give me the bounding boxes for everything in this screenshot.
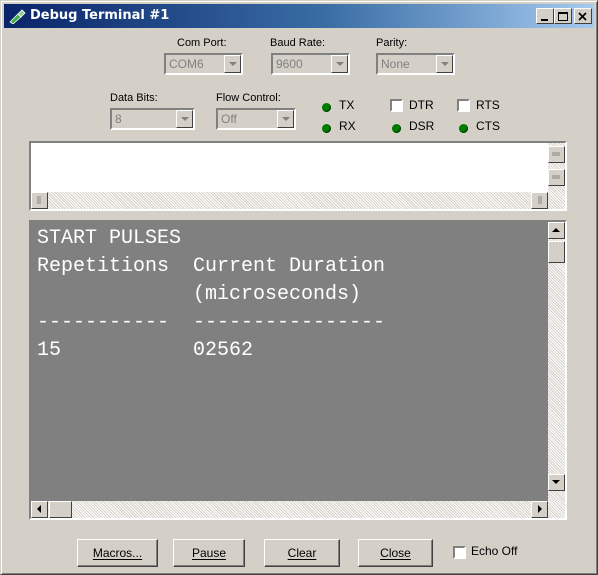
tx-label: TX	[339, 98, 355, 112]
data-bits-select[interactable]: 8	[110, 108, 195, 130]
minimize-button[interactable]	[536, 8, 554, 24]
scroll-thumb[interactable]	[49, 501, 72, 518]
transmit-horizontal-scrollbar[interactable]	[31, 192, 565, 209]
echo-off-checkbox[interactable]	[453, 546, 466, 559]
transmit-pane[interactable]	[29, 141, 567, 211]
clear-button-label: Clear	[287, 546, 317, 560]
dtr-label: DTR	[409, 98, 434, 112]
scroll-down-icon[interactable]	[548, 169, 565, 186]
minimize-icon	[541, 19, 548, 21]
maximize-button[interactable]	[554, 8, 572, 24]
parity-value: None	[381, 57, 410, 71]
close-button-label: Close	[380, 546, 411, 560]
scroll-up-icon[interactable]	[548, 222, 565, 239]
transmit-vertical-scrollbar[interactable]	[548, 143, 565, 192]
close-window-button[interactable]	[574, 8, 592, 24]
receive-line: START PULSES	[37, 227, 182, 250]
flow-control-value: Off	[221, 112, 237, 126]
close-icon	[578, 12, 587, 21]
scroll-right-icon[interactable]	[531, 501, 548, 518]
pause-button[interactable]: Pause	[173, 539, 245, 567]
baud-rate-value: 9600	[276, 57, 303, 71]
rx-label: RX	[339, 119, 356, 133]
dtr-checkbox[interactable]	[390, 99, 403, 112]
debug-terminal-window: Debug Terminal #1 Com Port: COM6 Baud Ra…	[0, 0, 598, 575]
macros-button-label: Macros...	[92, 546, 143, 560]
rts-checkbox[interactable]	[457, 99, 470, 112]
macros-button[interactable]: Macros...	[77, 539, 158, 567]
cts-led-icon	[459, 124, 468, 133]
scroll-thumb[interactable]	[548, 241, 565, 263]
scroll-left-icon[interactable]	[31, 501, 48, 518]
parity-select[interactable]: None	[376, 53, 455, 75]
com-port-select[interactable]: COM6	[164, 53, 243, 75]
data-bits-label: Data Bits:	[110, 92, 158, 104]
scroll-down-icon[interactable]	[548, 474, 565, 491]
chevron-down-icon[interactable]	[331, 55, 348, 73]
tx-led-icon	[322, 103, 331, 112]
maximize-icon	[558, 12, 568, 21]
baud-rate-label: Baud Rate:	[270, 37, 326, 49]
baud-rate-select[interactable]: 9600	[271, 53, 350, 75]
receive-line: 15 02562	[37, 339, 254, 362]
com-port-value: COM6	[169, 57, 204, 71]
dsr-label: DSR	[409, 119, 435, 133]
title-bar[interactable]: Debug Terminal #1	[4, 4, 594, 28]
flow-control-label: Flow Control:	[216, 92, 281, 104]
receive-line: Repetitions Current Duration	[37, 255, 386, 278]
chevron-down-icon[interactable]	[436, 55, 453, 73]
echo-off-label[interactable]: Echo Off	[471, 544, 517, 558]
pause-button-label: Pause	[191, 546, 227, 560]
receive-line: ----------- ----------------	[37, 311, 386, 334]
com-port-label: Com Port:	[177, 37, 227, 49]
cts-label: CTS	[476, 119, 500, 133]
scroll-right-icon[interactable]	[531, 192, 548, 209]
dsr-led-icon	[392, 124, 401, 133]
chevron-down-icon[interactable]	[176, 110, 193, 128]
clear-button[interactable]: Clear	[264, 539, 340, 567]
receive-vertical-scrollbar[interactable]	[548, 222, 565, 501]
data-bits-value: 8	[115, 112, 122, 126]
window-title: Debug Terminal #1	[30, 8, 170, 23]
close-button[interactable]: Close	[358, 539, 433, 567]
receive-line: (microseconds)	[37, 283, 362, 306]
stamp-tool-icon	[9, 9, 26, 24]
chevron-down-icon[interactable]	[277, 110, 294, 128]
scroll-up-icon[interactable]	[548, 146, 565, 163]
rts-label: RTS	[476, 98, 500, 112]
receive-horizontal-scrollbar[interactable]	[31, 501, 565, 518]
rx-led-icon	[322, 124, 331, 133]
receive-pane[interactable]: START PULSES Repetitions Current Duratio…	[29, 220, 567, 520]
flow-control-select[interactable]: Off	[216, 108, 296, 130]
chevron-down-icon[interactable]	[224, 55, 241, 73]
parity-label: Parity:	[376, 37, 408, 49]
scroll-left-icon[interactable]	[31, 192, 48, 209]
